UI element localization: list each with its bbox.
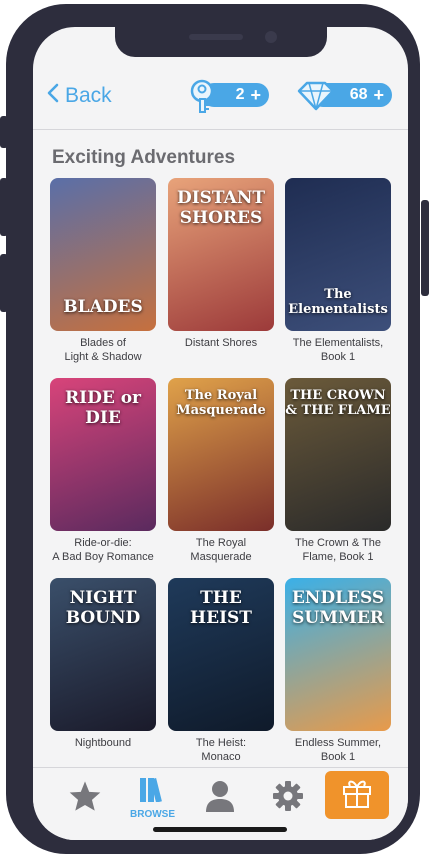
book-title-line1: Ride-or-die: xyxy=(74,537,132,549)
book-card[interactable]: RIDE or DIE Ride-or-die: A Bad Boy Romance xyxy=(50,378,156,564)
book-card[interactable]: NIGHT BOUND Nightbound xyxy=(50,578,156,750)
keys-count: 2 xyxy=(235,86,245,103)
book-cover: THE HEIST xyxy=(168,578,274,731)
cover-title: RIDE or DIE xyxy=(65,388,141,428)
book-title-line2: Light & Shadow xyxy=(64,351,142,363)
cover-title: The Elementalists xyxy=(288,287,388,317)
book-card[interactable]: The Royal Masquerade The Royal Masquerade xyxy=(168,378,274,564)
gems-count: 68 xyxy=(349,86,368,103)
book-cover: DISTANT SHORES xyxy=(168,178,274,331)
book-title: Nightbound xyxy=(50,736,156,750)
book-card[interactable]: THE CROWN & THE FLAME The Crown & The Flam… xyxy=(285,378,391,564)
book-title-line1: Blades of xyxy=(80,337,126,349)
tab-browse-label: BROWSE xyxy=(130,809,175,820)
book-title-line1: The Elementalists, xyxy=(292,337,384,349)
cover-title: ENDLESS SUMMER xyxy=(291,588,385,628)
camera xyxy=(265,31,277,43)
book-title-line2: Monaco xyxy=(201,751,241,763)
diamond-icon xyxy=(295,81,335,116)
book-title-line1: The Royal xyxy=(195,537,247,549)
cover-title: THE HEIST xyxy=(190,588,252,628)
book-title-line2: Flame, Book 1 xyxy=(302,551,374,563)
cover-title: THE CROWN & THE FLAME xyxy=(285,388,391,418)
cover-title: DISTANT SHORES xyxy=(176,188,266,228)
book-title-line2: A Bad Boy Romance xyxy=(52,551,154,563)
cover-title: NIGHT BOUND xyxy=(65,588,141,628)
power-button xyxy=(421,200,429,296)
cover-title: The Royal Masquerade xyxy=(176,388,266,418)
tab-browse[interactable]: BROWSE xyxy=(115,768,190,828)
book-card[interactable]: BLADES Blades of Light & Shadow xyxy=(50,178,156,364)
gear-icon xyxy=(272,780,304,817)
book-title: Ride-or-die: A Bad Boy Romance xyxy=(50,536,156,564)
book-title: The Crown & The Flame, Book 1 xyxy=(285,536,391,564)
book-card[interactable]: THE HEIST The Heist: Monaco xyxy=(168,578,274,764)
book-title-line2: Book 1 xyxy=(320,751,356,763)
book-title-line1: Nightbound xyxy=(74,737,132,749)
book-title-line2: Masquerade xyxy=(190,551,252,563)
book-card[interactable]: The Elementalists The Elementalists, Book … xyxy=(285,178,391,364)
book-title-line1: Endless Summer, xyxy=(294,737,382,749)
speaker xyxy=(189,34,243,40)
book-cover: RIDE or DIE xyxy=(50,378,156,531)
book-cover: ENDLESS SUMMER xyxy=(285,578,391,731)
book-cover: The Elementalists xyxy=(285,178,391,331)
plus-icon: + xyxy=(373,84,384,105)
tab-favorites[interactable] xyxy=(47,768,122,828)
book-cover: THE CROWN & THE FLAME xyxy=(285,378,391,531)
tab-settings[interactable] xyxy=(250,768,325,828)
user-icon xyxy=(205,780,235,817)
key-icon xyxy=(190,79,222,118)
book-title: The Royal Masquerade xyxy=(168,536,274,564)
book-title: The Heist: Monaco xyxy=(168,736,274,764)
books-icon xyxy=(138,776,168,807)
back-button[interactable]: Back xyxy=(47,83,112,109)
book-cover: NIGHT BOUND xyxy=(50,578,156,731)
book-cover: BLADES xyxy=(50,178,156,331)
back-label: Back xyxy=(65,84,112,107)
star-icon xyxy=(68,780,102,817)
cover-title: BLADES xyxy=(63,297,143,317)
tab-profile[interactable] xyxy=(182,768,257,828)
book-card[interactable]: ENDLESS SUMMER Endless Summer, Book 1 xyxy=(285,578,391,764)
top-bar: Back 2 + 68 + xyxy=(33,71,408,130)
gift-icon xyxy=(342,777,372,814)
book-title: The Elementalists, Book 1 xyxy=(285,336,391,364)
book-title-line2: Book 1 xyxy=(320,351,356,363)
chevron-left-icon xyxy=(47,83,65,109)
screen: Back 2 + 68 + Exciting Adventures BLADES… xyxy=(33,27,408,840)
book-title: Blades of Light & Shadow xyxy=(50,336,156,364)
gift-button[interactable] xyxy=(325,771,389,819)
notch xyxy=(115,27,327,57)
book-title: Distant Shores xyxy=(168,336,274,350)
plus-icon: + xyxy=(250,84,261,105)
book-title: Endless Summer, Book 1 xyxy=(285,736,391,764)
book-title-line1: The Crown & The xyxy=(294,537,381,549)
book-cover: The Royal Masquerade xyxy=(168,378,274,531)
book-title-line1: The Heist: xyxy=(195,737,247,749)
home-indicator xyxy=(153,827,287,832)
book-title-line1: Distant Shores xyxy=(184,337,258,349)
section-title: Exciting Adventures xyxy=(52,147,236,168)
book-card[interactable]: DISTANT SHORES Distant Shores xyxy=(168,178,274,350)
phone-frame: Back 2 + 68 + Exciting Adventures BLADES… xyxy=(6,4,420,854)
